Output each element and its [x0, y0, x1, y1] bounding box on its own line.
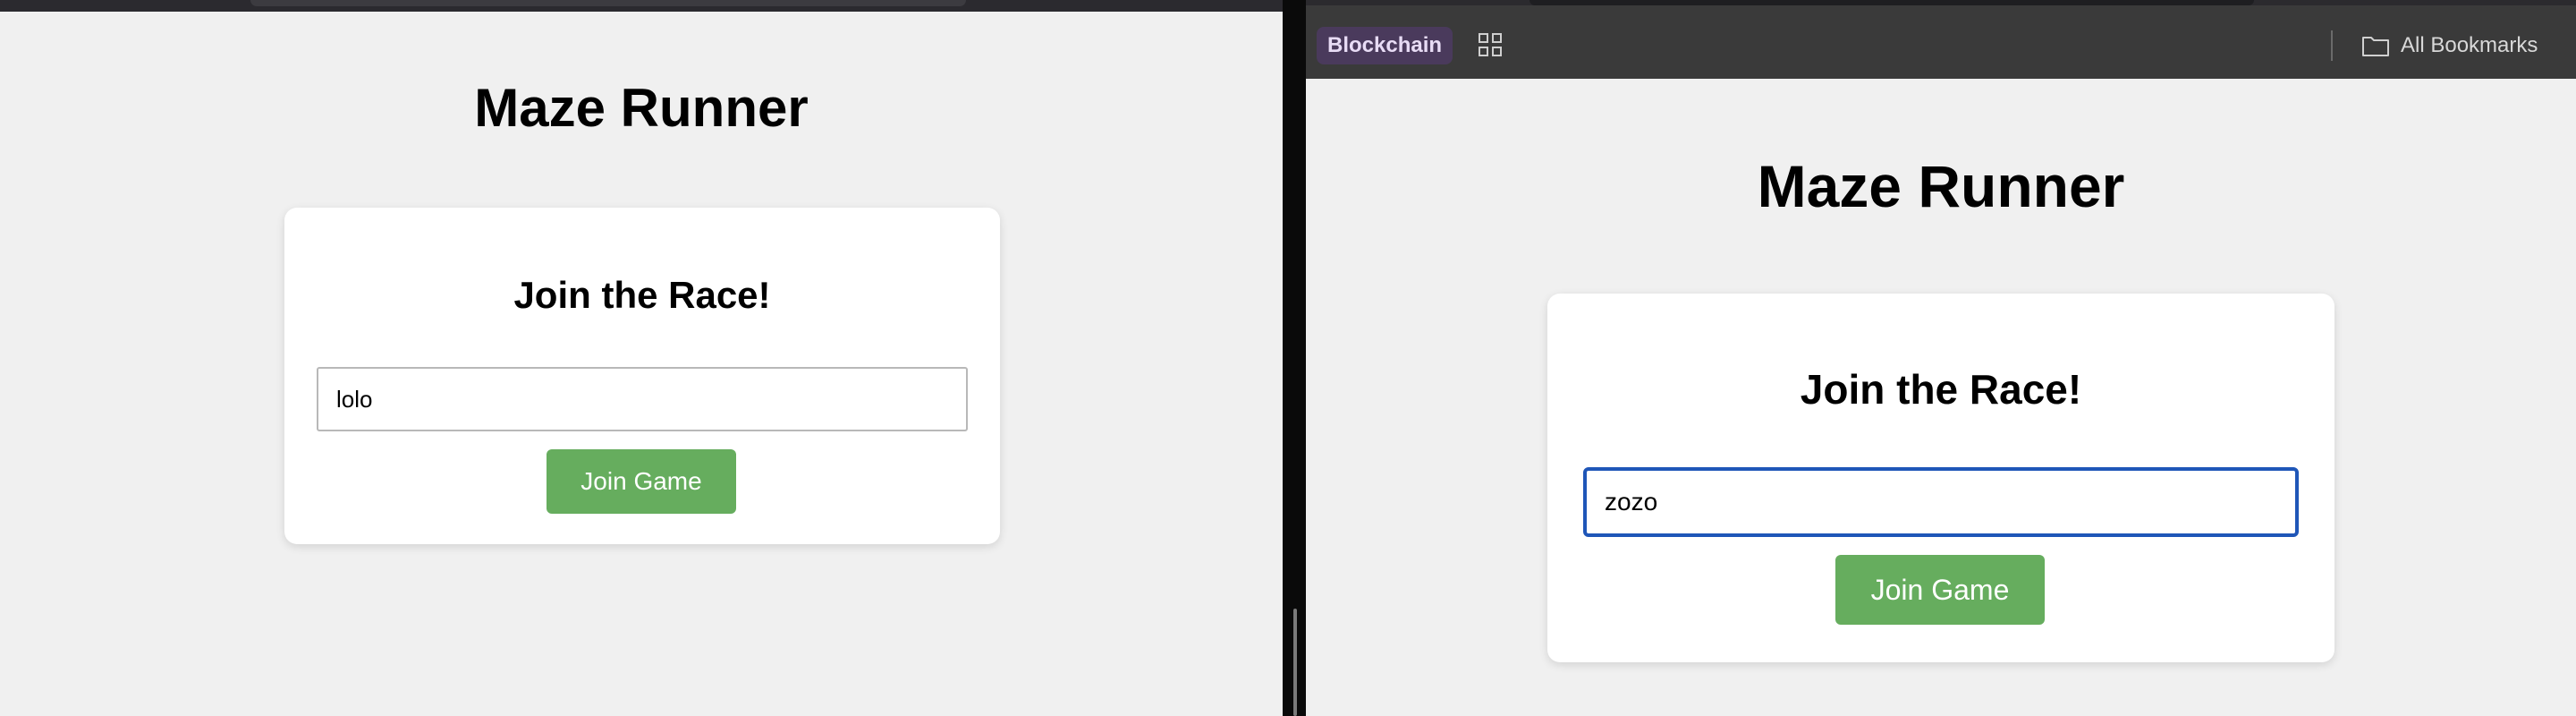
- left-browser-window: Maze Runner Join the Race! Join Game: [0, 0, 1283, 716]
- bookmarks-bar: Blockchain All Bookmarks: [1306, 0, 2576, 79]
- page-title: Maze Runner: [1757, 153, 2125, 219]
- folder-icon: [2362, 37, 2389, 56]
- player-name-input[interactable]: [317, 367, 968, 431]
- grid-icon[interactable]: [1478, 32, 1503, 57]
- left-window-top-bar: [0, 0, 1283, 12]
- bookmark-blockchain[interactable]: Blockchain: [1317, 27, 1453, 64]
- divider-scroll-handle[interactable]: [1293, 609, 1297, 716]
- bookmarks-separator: [2331, 30, 2333, 61]
- right-browser-window: Blockchain All Bookmarks Maze Runner Joi…: [1306, 0, 2576, 716]
- all-bookmarks-button[interactable]: All Bookmarks: [2361, 29, 2538, 63]
- join-game-button[interactable]: Join Game: [547, 449, 736, 514]
- player-name-input[interactable]: [1583, 467, 2299, 537]
- join-card: Join the Race! Join Game: [1547, 294, 2334, 662]
- all-bookmarks-label: All Bookmarks: [2401, 33, 2538, 57]
- join-card-title: Join the Race!: [513, 274, 771, 316]
- split-screen: Maze Runner Join the Race! Join Game Blo…: [0, 0, 2576, 716]
- left-address-bar-edge: [250, 0, 966, 6]
- right-address-bar-edge: [1530, 0, 2254, 5]
- join-card-title: Join the Race!: [1800, 366, 2082, 413]
- join-card: Join the Race! Join Game: [284, 208, 1000, 544]
- right-window-top-strip: [1306, 0, 2576, 5]
- join-game-button[interactable]: Join Game: [1835, 555, 2045, 625]
- page-title: Maze Runner: [474, 78, 809, 138]
